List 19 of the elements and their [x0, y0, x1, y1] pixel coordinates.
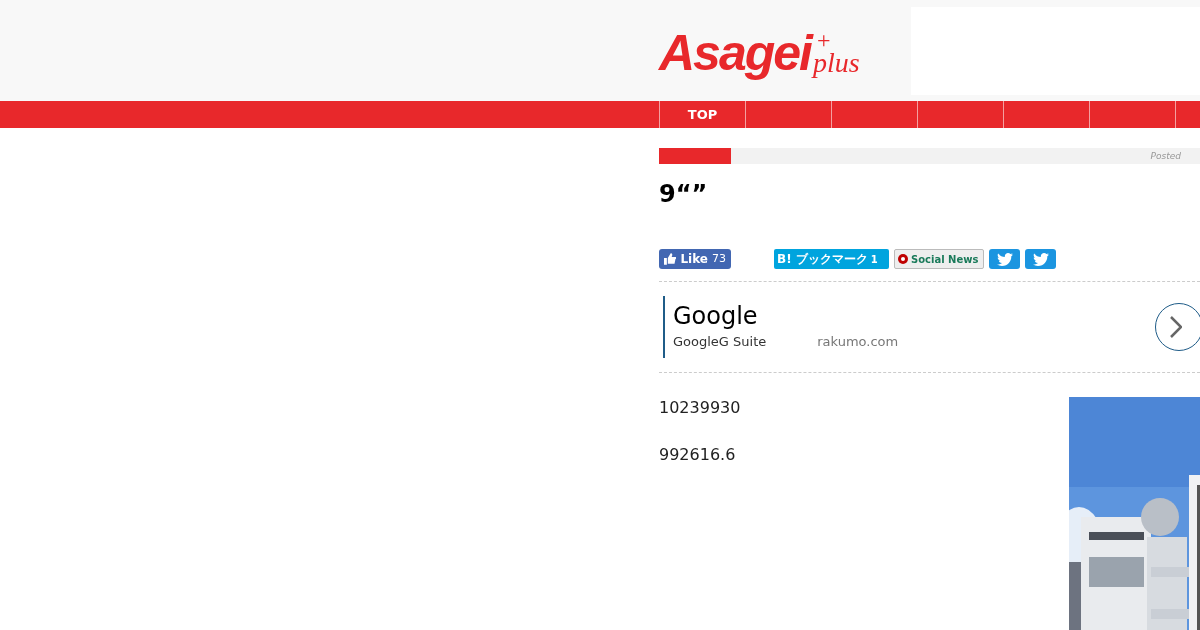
tweet-button[interactable] — [1025, 249, 1056, 269]
paragraph: 992616.6 — [659, 445, 737, 465]
ad-title: Google — [673, 302, 759, 331]
category-label — [659, 148, 731, 164]
chevron-right-icon — [1170, 316, 1182, 338]
thumbs-up-icon — [664, 253, 677, 265]
tweet-button[interactable] — [989, 249, 1020, 269]
social-news-button[interactable]: Social News — [894, 249, 984, 269]
circle-logo-icon — [898, 254, 908, 264]
article-title: 9“” — [659, 179, 709, 210]
nav-tab[interactable]: TOP — [659, 101, 745, 128]
bookmark-button[interactable]: B! ブックマーク 1 — [774, 249, 889, 269]
paragraph: 10239930 — [659, 398, 742, 418]
like-button[interactable]: Like 73 — [659, 249, 731, 269]
bird-icon — [1032, 252, 1049, 266]
ad-domain: rakumo.com — [817, 333, 899, 352]
ad-text: GoogleG Suite — [673, 333, 767, 352]
bird-icon — [996, 252, 1013, 266]
post-date: Posted — [1150, 150, 1181, 163]
